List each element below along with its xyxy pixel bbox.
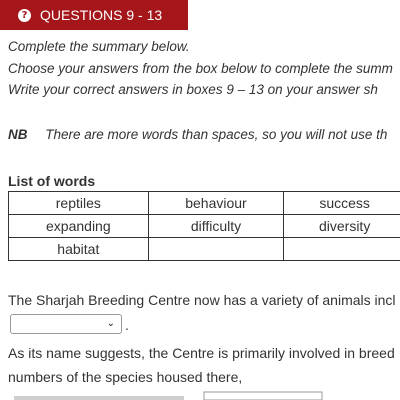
word-cell — [147, 237, 285, 261]
answer-select-9[interactable]: ⌄ — [10, 314, 122, 334]
word-cell: difficulty — [147, 214, 285, 238]
chevron-down-icon: ⌄ — [106, 318, 115, 329]
word-list-table: reptiles behaviour success expanding dif… — [8, 191, 400, 261]
table-row: habitat — [8, 237, 400, 261]
word-cell — [283, 237, 400, 261]
summary-line-1: The Sharjah Breeding Centre now has a va… — [8, 292, 396, 308]
questions-header: ? QUESTIONS 9 - 13 — [0, 0, 188, 30]
word-cell: success — [283, 191, 400, 215]
table-row: expanding difficulty diversity — [8, 214, 400, 238]
nb-label: NB — [8, 127, 28, 142]
questions-title: QUESTIONS 9 - 13 — [40, 7, 163, 23]
instruction-line-1: Complete the summary below. — [8, 39, 190, 54]
nb-note: NB There are more words than spaces, so … — [8, 127, 387, 142]
partial-next-line — [14, 391, 323, 400]
summary-line-3: numbers of the species housed there, — [8, 369, 243, 385]
instruction-line-2: Choose your answers from the box below t… — [8, 61, 393, 76]
summary-period: . — [125, 317, 129, 333]
question-circle-icon: ? — [18, 8, 31, 22]
nb-text: There are more words than spaces, so you… — [45, 127, 388, 142]
word-cell: reptiles — [8, 191, 149, 215]
instruction-line-3: Write your correct answers in boxes 9 – … — [8, 82, 378, 97]
word-cell: habitat — [8, 237, 149, 261]
word-list-title: List of words — [8, 173, 96, 189]
word-cell: diversity — [283, 214, 400, 238]
table-row: reptiles behaviour success — [8, 191, 400, 215]
summary-line-2: As its name suggests, the Centre is prim… — [8, 345, 395, 361]
word-cell: behaviour — [147, 191, 285, 215]
word-cell: expanding — [8, 214, 149, 238]
